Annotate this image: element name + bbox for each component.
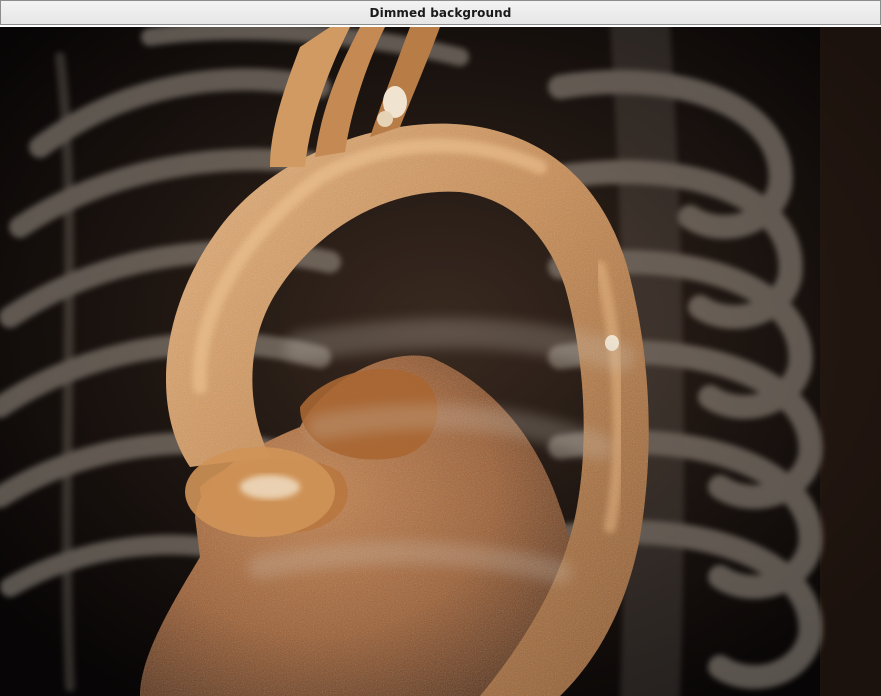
application-window: Dimmed background xyxy=(0,0,881,696)
volume-render-viewport[interactable] xyxy=(0,27,881,696)
title-bar[interactable]: Dimmed background xyxy=(0,0,881,25)
volume-render-image xyxy=(0,27,881,696)
window-title: Dimmed background xyxy=(369,5,512,20)
